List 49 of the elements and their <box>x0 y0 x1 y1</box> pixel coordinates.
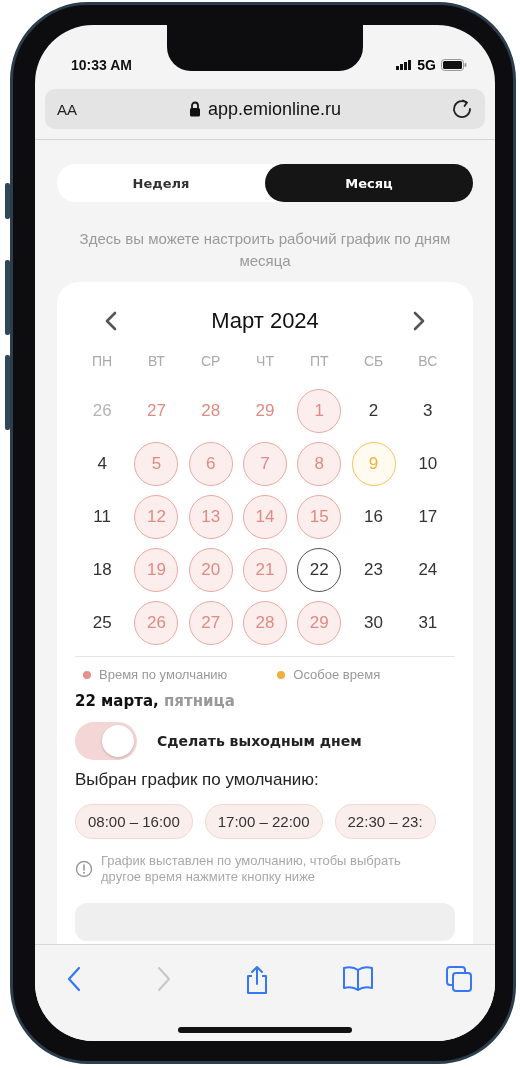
share-icon[interactable] <box>244 965 270 995</box>
calendar-day[interactable]: 23 <box>351 548 396 592</box>
month-title: Март 2024 <box>211 308 319 334</box>
address-bar[interactable]: AA app.emionline.ru <box>45 89 485 129</box>
signal-icon <box>396 60 413 70</box>
calendar-day[interactable]: 18 <box>80 548 125 592</box>
weekday-label: ВС <box>417 352 439 371</box>
calendar-day[interactable]: 10 <box>405 442 450 486</box>
url-text: app.emionline.ru <box>207 98 342 120</box>
next-month-icon[interactable] <box>411 310 427 332</box>
book-icon[interactable] <box>341 965 374 991</box>
weekday-label: СБ <box>362 352 385 371</box>
period-tab[interactable]: Месяц <box>265 164 473 202</box>
weekday-label: ВТ <box>146 352 166 371</box>
time-slot-chip[interactable]: 08:00 – 16:00 <box>75 804 193 839</box>
tabs-icon[interactable] <box>445 965 473 993</box>
legend-label: Особое время <box>293 667 381 682</box>
calendar-day[interactable]: 25 <box>80 601 125 645</box>
weekday-label: ЧТ <box>255 352 275 371</box>
back-icon[interactable] <box>65 965 83 993</box>
reload-icon[interactable] <box>451 98 473 120</box>
calendar-day[interactable]: 11 <box>80 495 125 539</box>
weekday-label: ПН <box>91 352 114 371</box>
calendar-day[interactable]: 3 <box>405 389 450 433</box>
battery-icon <box>441 59 467 71</box>
text-size-button[interactable]: AA <box>57 100 77 118</box>
calendar-day[interactable]: 30 <box>351 601 396 645</box>
calendar-day[interactable]: 2 <box>351 389 396 433</box>
lock-icon <box>188 101 201 117</box>
previous-month-icon[interactable] <box>103 310 119 332</box>
calendar-day[interactable]: 24 <box>405 548 450 592</box>
selected-date: 22 марта, пятница <box>75 692 236 710</box>
calendar-day[interactable]: 17 <box>405 495 450 539</box>
day-off-toggle[interactable] <box>75 722 137 760</box>
day-off-label: Сделать выходным днем <box>157 733 362 749</box>
status-time: 10:33 AM <box>71 57 132 73</box>
weekday-label: СР <box>199 352 222 371</box>
calendar-day[interactable]: 4 <box>80 442 125 486</box>
calendar-day[interactable]: 16 <box>351 495 396 539</box>
weekday-label: ПТ <box>308 352 330 371</box>
info-icon <box>75 860 93 878</box>
info-text: График выставлен по умолчанию, чтобы выбрать другое время нажмите кнопку ниже <box>101 853 402 885</box>
hint-text: Здесь вы можете настроить рабочий график по дням месяца <box>78 229 452 271</box>
time-slot-chip[interactable]: 22:30 – 23: <box>334 804 436 839</box>
calendar-day[interactable]: 31 <box>405 601 450 645</box>
legend-label: Время по умолчанию <box>99 667 228 682</box>
schedule-title: Выбран график по умолчанию: <box>75 770 320 790</box>
network-label: 5G <box>417 57 436 73</box>
time-slot-chip[interactable]: 17:00 – 22:00 <box>204 804 323 839</box>
